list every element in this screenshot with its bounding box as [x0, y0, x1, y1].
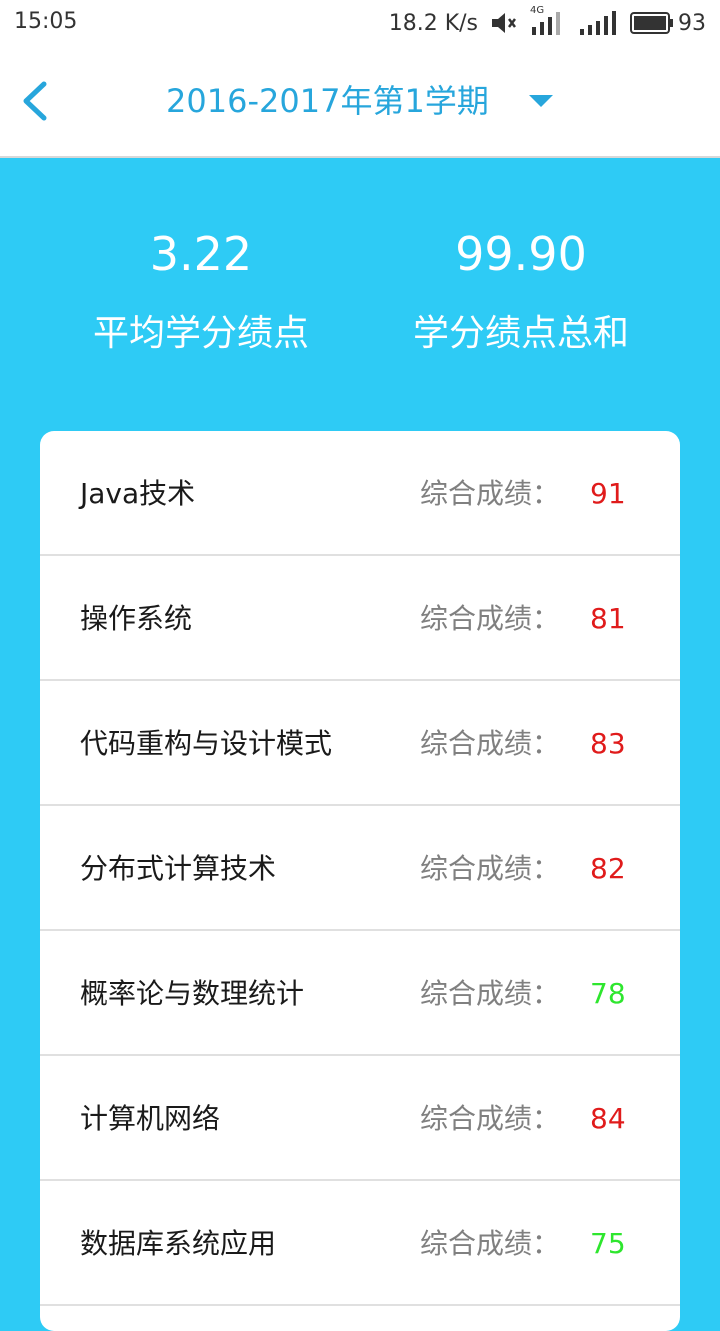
- network-type: 4G: [530, 5, 545, 16]
- score-value: 91: [590, 477, 626, 510]
- status-icons: 18.2 K/s 4G 93: [388, 5, 706, 37]
- list-item[interactable]: 分布式计算技术 综合成绩： 82: [40, 806, 680, 931]
- network-speed: 18.2 K/s: [388, 10, 478, 36]
- score-label: 综合成绩：: [420, 477, 561, 510]
- score-label: 综合成绩：: [420, 602, 561, 635]
- average-gpa-label: 平均学分绩点: [92, 313, 309, 354]
- course-list: Java技术 综合成绩： 91 操作系统 综合成绩： 81 代码重构与设计模式 …: [40, 431, 680, 1331]
- average-gpa: 3.22 平均学分绩点: [51, 224, 351, 356]
- mute-icon: [490, 11, 518, 35]
- list-item[interactable]: Java技术 综合成绩： 91: [40, 431, 680, 556]
- semester-selector[interactable]: 2016-2017年第1学期: [0, 76, 720, 126]
- battery-level: 93: [678, 10, 706, 36]
- score-label: 综合成绩：: [420, 977, 561, 1010]
- course-name: 概率论与数理统计: [80, 977, 305, 1010]
- battery-icon: 93: [630, 11, 706, 36]
- total-gpa-value: 99.90: [455, 227, 587, 281]
- nav-bar: 2016-2017年第1学期: [0, 46, 720, 158]
- list-item[interactable]: 操作系统 综合成绩： 81: [40, 556, 680, 681]
- course-name: Java技术: [80, 477, 196, 510]
- score-label: 综合成绩：: [420, 852, 561, 885]
- score-value: 84: [590, 1102, 626, 1135]
- course-name: 数据库系统应用: [80, 1227, 277, 1260]
- course-name: 分布式计算技术: [80, 852, 277, 885]
- average-gpa-value: 3.22: [149, 227, 253, 281]
- status-bar: 15:05 18.2 K/s 4G 93: [0, 0, 720, 46]
- list-item[interactable]: 代码重构与设计模式 综合成绩： 83: [40, 681, 680, 806]
- score-label: 综合成绩：: [420, 1102, 561, 1135]
- status-time: 15:05: [14, 9, 78, 34]
- list-item[interactable]: 概率论与数理统计 综合成绩： 78: [40, 931, 680, 1056]
- list-item[interactable]: 数据库系统应用 综合成绩： 75: [40, 1181, 680, 1306]
- score-label: 综合成绩：: [420, 1227, 561, 1260]
- signal-4g-icon: 4G: [530, 5, 566, 35]
- score-value: 78: [590, 977, 626, 1010]
- course-name: 计算机网络: [80, 1102, 221, 1135]
- total-gpa: 99.90 学分绩点总和: [371, 224, 671, 356]
- list-item[interactable]: 计算机网络 综合成绩： 84: [40, 1056, 680, 1181]
- score-value: 82: [590, 852, 626, 885]
- caret-down-icon[interactable]: [528, 93, 554, 109]
- gpa-summary: 3.22 平均学分绩点 99.90 学分绩点总和: [0, 158, 720, 428]
- score-label: 综合成绩：: [420, 727, 561, 760]
- course-name: 代码重构与设计模式: [80, 727, 333, 760]
- score-value: 81: [590, 602, 626, 635]
- score-value: 83: [590, 727, 626, 760]
- total-gpa-label: 学分绩点总和: [412, 313, 629, 354]
- page-title[interactable]: 2016-2017年第1学期: [166, 76, 489, 126]
- course-name: 操作系统: [80, 602, 193, 635]
- signal-icon: [578, 11, 618, 35]
- score-value: 75: [590, 1227, 626, 1260]
